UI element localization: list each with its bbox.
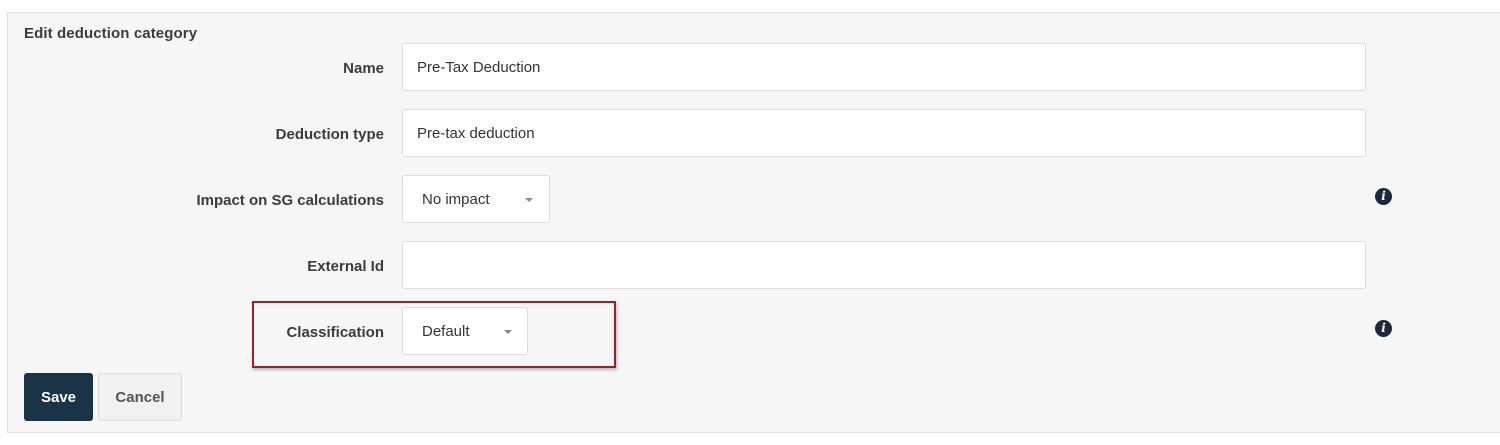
classification-select[interactable]: Default — [402, 307, 528, 355]
panel-title: Edit deduction category — [24, 25, 198, 42]
name-label: Name — [343, 60, 384, 77]
name-input[interactable] — [402, 43, 1366, 91]
impact-sg-selected-value: No impact — [422, 190, 490, 208]
info-icon[interactable]: i — [1375, 320, 1392, 337]
chevron-down-icon — [525, 198, 533, 202]
deduction-type-input[interactable] — [402, 109, 1366, 157]
chevron-down-icon — [504, 330, 512, 334]
save-button[interactable]: Save — [24, 373, 93, 421]
cancel-button[interactable]: Cancel — [98, 373, 182, 421]
impact-sg-select[interactable]: No impact — [402, 175, 550, 223]
external-id-input[interactable] — [402, 241, 1366, 289]
impact-sg-label: Impact on SG calculations — [196, 192, 384, 209]
classification-label: Classification — [286, 324, 384, 341]
info-icon[interactable]: i — [1375, 188, 1392, 205]
classification-selected-value: Default — [422, 322, 470, 340]
external-id-label: External Id — [307, 258, 384, 275]
deduction-type-label: Deduction type — [275, 126, 384, 143]
